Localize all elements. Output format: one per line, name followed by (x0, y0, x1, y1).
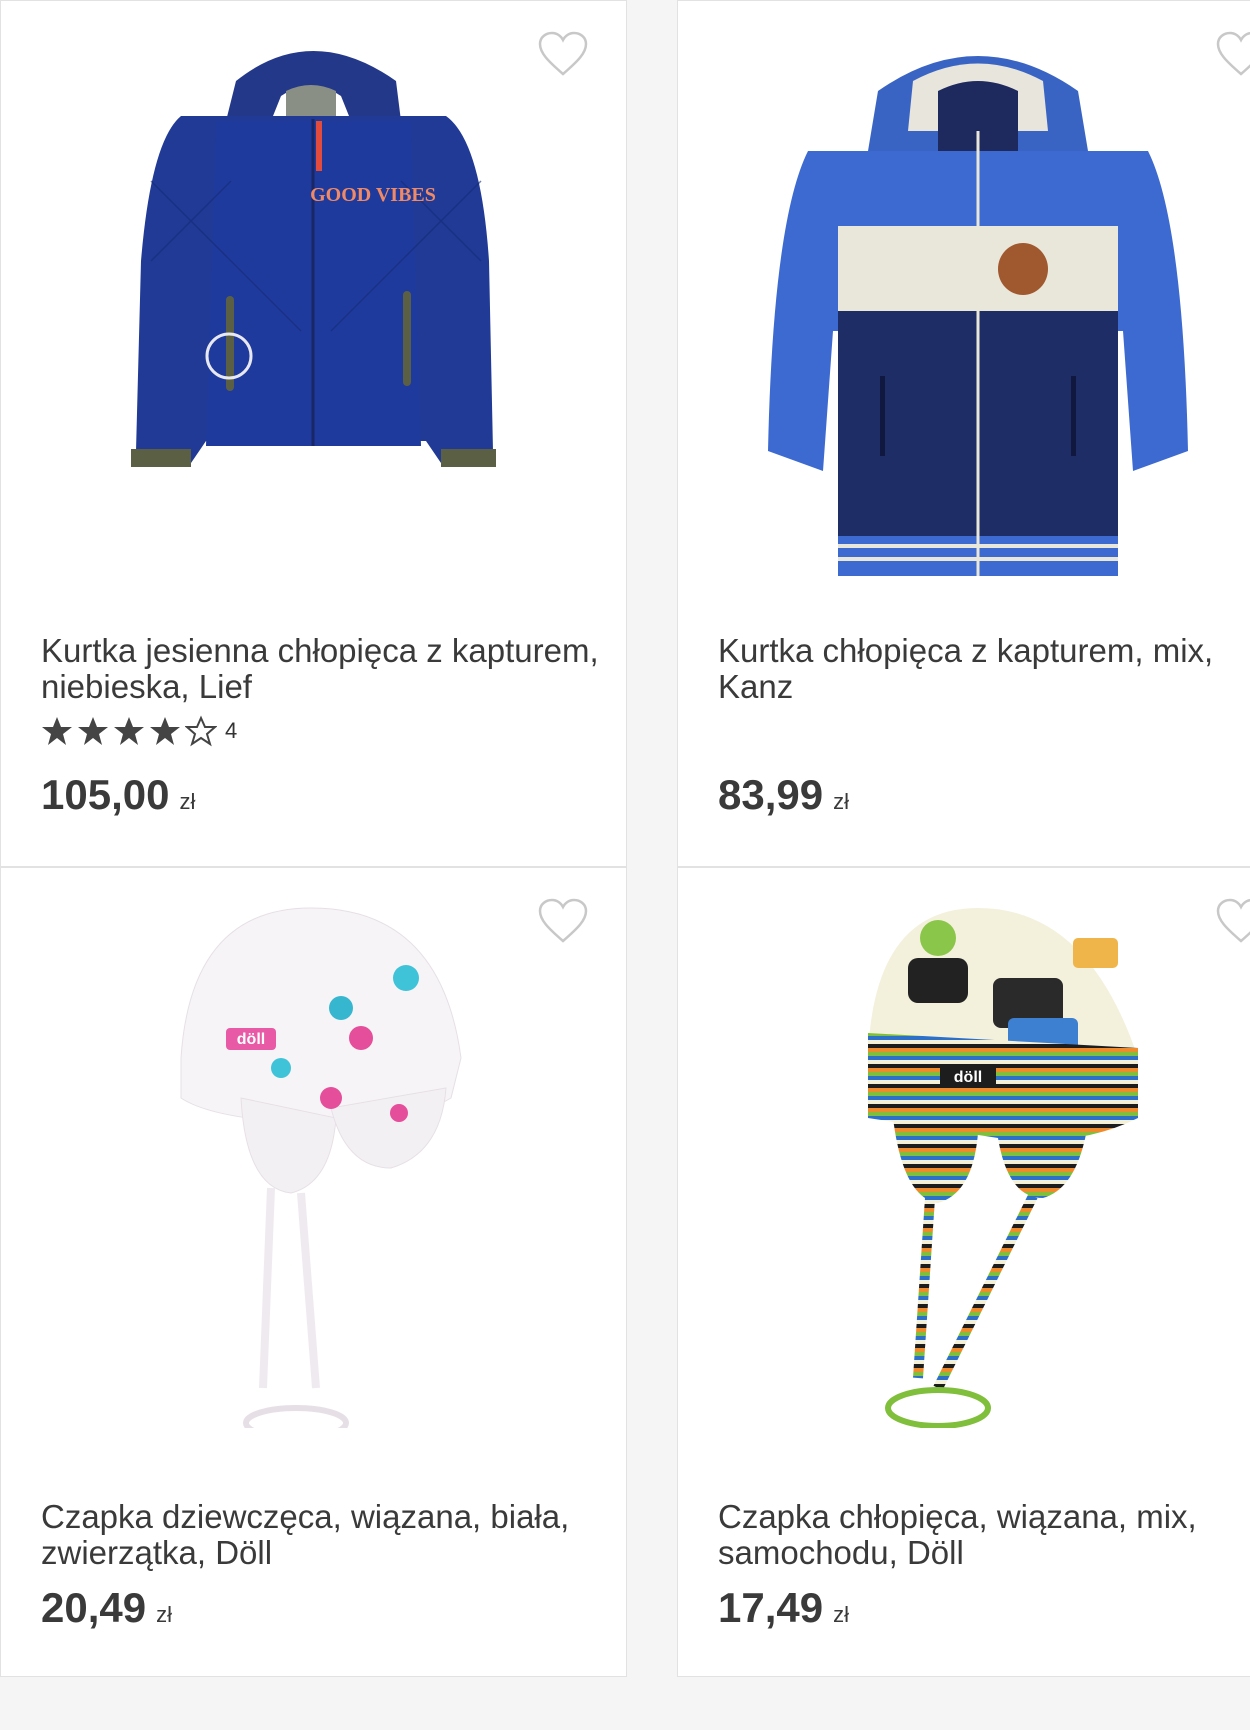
product-image[interactable]: GOOD VIBES (1, 1, 626, 591)
heart-icon[interactable] (538, 898, 588, 944)
product-image[interactable]: döll (678, 868, 1250, 1428)
heart-icon[interactable] (538, 31, 588, 77)
striped-car-hat-image (868, 908, 1138, 1428)
product-title[interactable]: Czapka chłopięca, wiązana, mix, samochod… (718, 1499, 1250, 1571)
price-value: 83,99 (718, 771, 824, 818)
price-currency: zł (833, 1602, 849, 1627)
price-currency: zł (179, 789, 196, 814)
product-price: 105,00 zł (41, 771, 195, 819)
price-value: 20,49 (41, 1584, 147, 1631)
heart-icon[interactable] (1216, 898, 1250, 944)
product-title[interactable]: Kurtka chłopięca z kapturem, mix, Kanz (718, 633, 1250, 705)
star-filled-icon (113, 715, 145, 747)
product-price: 83,99 zł (718, 771, 849, 819)
heart-icon[interactable] (1216, 31, 1250, 77)
hat-logo-text: döll (954, 1069, 982, 1086)
product-card[interactable]: GOOD VIBES Kurtka jesienna chłopięca z k… (0, 0, 627, 867)
product-image[interactable]: döll (1, 868, 626, 1428)
blue-padded-jacket-image (768, 56, 1188, 576)
price-currency: zł (833, 789, 849, 814)
star-filled-icon (149, 715, 181, 747)
product-price: 17,49 zł (718, 1584, 849, 1632)
price-value: 105,00 (41, 771, 170, 818)
price-currency: zł (156, 1602, 172, 1627)
price-value: 17,49 (718, 1584, 824, 1631)
white-patterned-hat-image (180, 907, 462, 1428)
product-rating: 4 (41, 715, 237, 747)
product-card[interactable]: Kurtka chłopięca z kapturem, mix, Kanz 8… (677, 0, 1250, 867)
star-filled-icon (77, 715, 109, 747)
product-image[interactable] (678, 1, 1250, 591)
product-title[interactable]: Czapka dziewczęca, wiązana, biała, zwier… (41, 1499, 606, 1571)
star-filled-icon (41, 715, 73, 747)
product-price: 20,49 zł (41, 1584, 172, 1632)
jacket-print-text: GOOD VIBES (310, 184, 436, 206)
rating-count: 4 (225, 718, 238, 743)
product-card[interactable]: döll Czapka chłopięca, wiązana, mix, sam… (677, 867, 1250, 1677)
product-card[interactable]: döll Czapka dziewczęca, wiązana, biała, … (0, 867, 627, 1677)
blue-quilted-jacket-image (131, 51, 496, 467)
star-empty-icon (185, 715, 217, 747)
product-title[interactable]: Kurtka jesienna chłopięca z kapturem, ni… (41, 633, 606, 705)
hat-logo-text: döll (237, 1031, 265, 1048)
